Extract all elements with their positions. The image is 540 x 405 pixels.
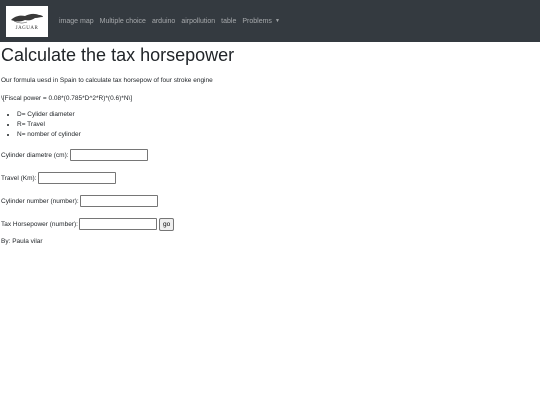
result-row: Tax Horsepower (number): go xyxy=(1,217,539,231)
nav-link-table[interactable]: table xyxy=(221,18,236,25)
cylinders-row: Cylinder number (number): xyxy=(1,194,539,208)
nav-link-multiple-choice[interactable]: Multiple choice xyxy=(100,18,146,25)
cylinders-input[interactable] xyxy=(79,195,158,207)
legend-item-diameter: D= Cylider diameter xyxy=(17,110,539,120)
page-title: Calculate the tax horsepower xyxy=(1,45,235,65)
intro-text: Our formula uesd in Spain to calculate t… xyxy=(1,77,213,84)
result-label: Tax Horsepower (number): xyxy=(1,220,78,228)
jaguar-leaper-icon xyxy=(11,13,43,24)
main-content: Calculate the tax horsepower Our formula… xyxy=(0,44,540,246)
legend-item-travel: R= Travel xyxy=(17,120,539,130)
nav-dropdown-problems[interactable]: Problems ▼ xyxy=(242,18,280,25)
travel-row: Travel (Km): xyxy=(1,171,539,185)
caret-down-icon: ▼ xyxy=(274,17,280,24)
author-credit: By: Paula vilar xyxy=(1,238,43,245)
nav-link-image-map[interactable]: image map xyxy=(59,18,94,25)
variable-legend: D= Cylider diameter R= Travel N= nomber … xyxy=(1,110,539,140)
nav-link-arduino[interactable]: arduino xyxy=(152,18,175,25)
result-input[interactable] xyxy=(78,218,157,230)
travel-label: Travel (Km): xyxy=(1,174,37,182)
legend-item-cylinders: N= nomber of cylinder xyxy=(17,130,539,140)
diameter-input[interactable] xyxy=(69,149,148,161)
brand-text: JAGUAR xyxy=(15,26,39,31)
cylinders-label: Cylinder number (number): xyxy=(1,197,79,205)
brand-logo[interactable]: JAGUAR xyxy=(6,5,48,37)
nav-dropdown-problems-label: Problems xyxy=(242,17,272,25)
navbar: JAGUAR image map Multiple choice arduino… xyxy=(0,0,540,42)
diameter-row: Cylinder diametre (cm): xyxy=(1,148,539,162)
travel-input[interactable] xyxy=(37,172,116,184)
tax-form: Cylinder diametre (cm): Travel (Km): Cyl… xyxy=(1,148,539,231)
nav-link-airpollution[interactable]: airpollution xyxy=(181,18,215,25)
go-button[interactable]: go xyxy=(158,217,175,231)
formula-text: \[Fiscal power = 0.08*(0.785*D^2*R)*(0.6… xyxy=(1,95,133,102)
diameter-label: Cylinder diametre (cm): xyxy=(1,151,69,159)
